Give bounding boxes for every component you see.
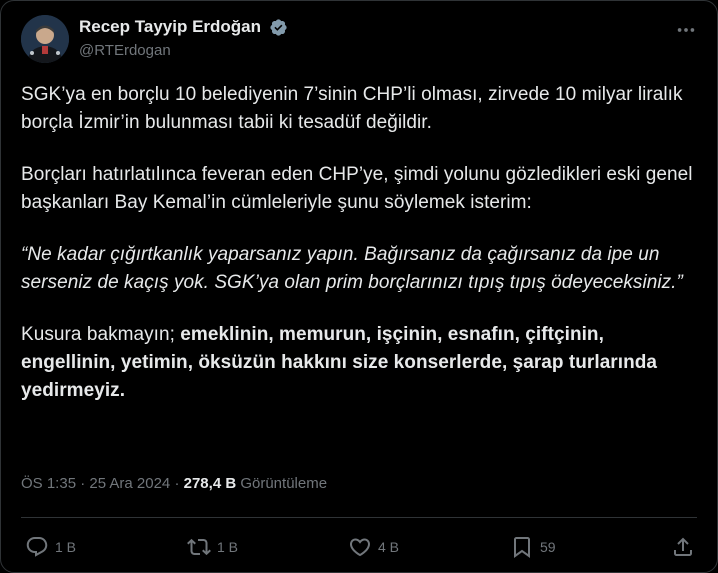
post-header: Recep Tayyip Erdoğan @RTErdogan (21, 15, 697, 67)
bookmark-count: 59 (540, 539, 556, 555)
post-meta: ÖS 1:35 · 25 Ara 2024 · 278,4 B Görüntül… (21, 475, 327, 492)
verified-badge-icon (270, 18, 288, 36)
post-timestamp[interactable]: ÖS 1:35 · 25 Ara 2024 (21, 475, 170, 492)
views-label: Görüntüleme (236, 475, 328, 492)
repost-button[interactable]: 1 B (187, 531, 238, 563)
views-count[interactable]: 278,4 B (184, 475, 237, 492)
post-quote: “Ne kadar çığırtkanlık yaparsanız yapın.… (21, 244, 683, 293)
divider (21, 517, 697, 518)
share-icon (674, 537, 692, 556)
author-handle[interactable]: @RTErdogan (79, 42, 288, 59)
repost-icon (187, 538, 211, 556)
heart-icon (349, 538, 371, 557)
reply-count: 1 B (55, 539, 77, 555)
like-button[interactable]: 4 B (348, 531, 399, 563)
repost-count: 1 B (217, 539, 239, 555)
bookmark-icon (514, 537, 530, 558)
author-names: Recep Tayyip Erdoğan @RTErdogan (79, 17, 288, 59)
meta-separator: · (170, 475, 184, 492)
reply-button[interactable]: 1 B (25, 531, 76, 563)
post-card: Recep Tayyip Erdoğan @RTErdogan SGK’ya e… (0, 0, 718, 573)
action-bar: 1 B 1 B 4 B 59 (21, 531, 697, 563)
post-paragraph-lead: Kusura bakmayın; (21, 324, 181, 345)
post-paragraph: Kusura bakmayın; emeklinin, memurun, işç… (21, 321, 701, 405)
avatar-portrait-icon (21, 15, 69, 63)
share-button[interactable] (671, 531, 695, 563)
more-options-icon[interactable] (675, 19, 697, 41)
post-paragraph: Borçları hatırlatılınca feveran eden CHP… (21, 164, 693, 213)
author-display-name[interactable]: Recep Tayyip Erdoğan (79, 17, 261, 37)
post-paragraph: SGK’ya en borçlu 10 belediyenin 7’sinin … (21, 84, 683, 133)
reply-icon (26, 537, 48, 557)
like-count: 4 B (378, 539, 400, 555)
post-text: SGK’ya en borçlu 10 belediyenin 7’sinin … (21, 81, 701, 429)
avatar[interactable] (21, 15, 69, 63)
bookmark-button[interactable]: 59 (510, 531, 556, 563)
